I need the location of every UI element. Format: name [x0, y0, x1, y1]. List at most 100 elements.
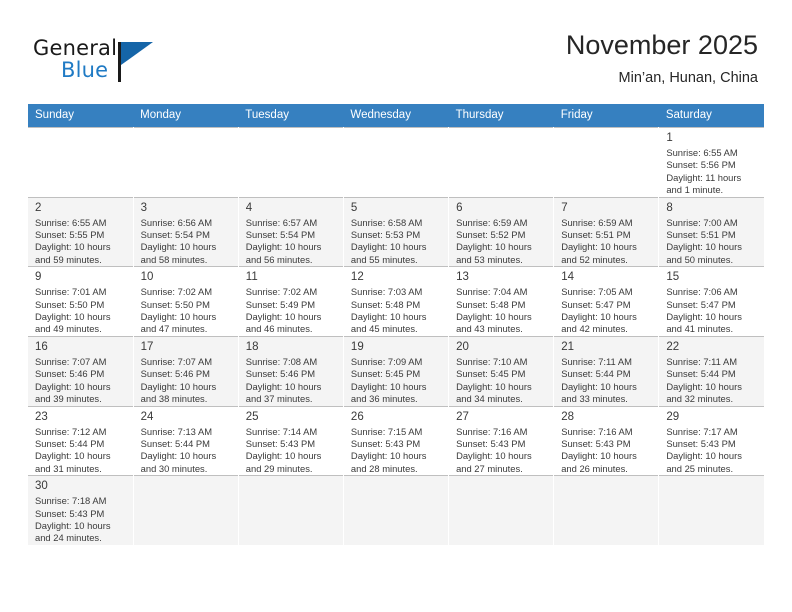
calendar-day-cell[interactable]: 14 Sunrise: 7:05 AM Sunset: 5:47 PM Dayligh…	[553, 266, 660, 337]
calendar-day-cell[interactable]: 16 Sunrise: 7:07 AM Sunset: 5:46 PM Dayligh…	[28, 335, 134, 406]
daylight-text: Daylight: 10 hours and 53 minutes.	[456, 241, 532, 265]
day-detail: Sunrise: 6:58 AM Sunset: 5:53 PM Daylight:…	[351, 217, 443, 267]
calendar-week-row: 2 Sunrise: 6:55 AM Sunset: 5:55 PM Daylight…	[28, 196, 764, 267]
daylight-text: Daylight: 10 hours and 31 minutes.	[35, 450, 111, 474]
sunrise-text: Sunrise: 7:04 AM	[456, 286, 528, 298]
calendar-day-cell[interactable]: 8 Sunrise: 7:00 AM Sunset: 5:51 PM Daylight…	[658, 196, 764, 267]
sunrise-text: Sunrise: 7:14 AM	[245, 425, 318, 437]
day-cell-content: 7 Sunrise: 6:59 AM Sunset: 5:51 PM Daylight…	[554, 198, 658, 267]
page-header: General Blue November 2025 Min’an, Hunan…	[0, 0, 792, 104]
calendar-day-cell[interactable]: 6 Sunrise: 6:59 AM Sunset: 5:52 PM Daylight…	[448, 196, 555, 267]
daylight-text: Daylight: 10 hours and 38 minutes.	[140, 380, 217, 405]
day-cell-content: 27 Sunrise: 7:16 AM Sunset: 5:43 PM Dayligh…	[449, 407, 553, 476]
calendar-day-cell[interactable]: 18 Sunrise: 7:08 AM Sunset: 5:46 PM Dayligh…	[238, 335, 344, 406]
daylight-text: Daylight: 10 hours and 26 minutes.	[561, 450, 637, 474]
day-detail: Sunrise: 7:11 AM Sunset: 5:44 PM Daylight:…	[666, 356, 759, 406]
sunset-text: Sunset: 5:52 PM	[456, 229, 526, 241]
day-cell-content: 8 Sunrise: 7:00 AM Sunset: 5:51 PM Daylight…	[659, 198, 764, 267]
day-detail: Sunrise: 7:02 AM Sunset: 5:49 PM Daylight:…	[246, 286, 338, 336]
daylight-text: Daylight: 10 hours and 42 minutes.	[561, 311, 637, 335]
calendar-day-cell[interactable]: 12 Sunrise: 7:03 AM Sunset: 5:48 PM Dayligh…	[343, 266, 450, 337]
calendar-day-cell[interactable]: 30 Sunrise: 7:18 AM Sunset: 5:43 PM Dayligh…	[28, 475, 134, 545]
day-cell-content: 6 Sunrise: 6:59 AM Sunset: 5:52 PM Daylight…	[449, 198, 553, 267]
calendar-day-cell[interactable]: 5 Sunrise: 6:58 AM Sunset: 5:53 PM Daylight…	[343, 196, 450, 267]
day-cell-content: 11 Sunrise: 7:02 AM Sunset: 5:49 PM Dayligh…	[239, 267, 343, 336]
day-number: 13	[456, 271, 469, 284]
calendar-day-cell[interactable]: 23 Sunrise: 7:12 AM Sunset: 5:44 PM Dayligh…	[28, 405, 134, 476]
calendar-day-cell[interactable]: 29 Sunrise: 7:17 AM Sunset: 5:43 PM Dayligh…	[658, 405, 764, 476]
calendar-day-cell[interactable]: 17 Sunrise: 7:07 AM Sunset: 5:46 PM Dayligh…	[133, 335, 239, 406]
day-number: 16	[35, 340, 48, 353]
calendar-week-row: 9 Sunrise: 7:01 AM Sunset: 5:50 PM Daylight…	[28, 266, 764, 337]
day-cell-content: 16 Sunrise: 7:07 AM Sunset: 5:46 PM Dayligh…	[28, 337, 133, 406]
sunset-text: Sunset: 5:49 PM	[245, 298, 316, 310]
calendar-day-cell[interactable]: 10 Sunrise: 7:02 AM Sunset: 5:50 PM Dayligh…	[133, 266, 239, 337]
sunset-text: Sunset: 5:53 PM	[350, 229, 421, 241]
day-number: 11	[245, 271, 258, 284]
calendar-day-cell[interactable]: 15 Sunrise: 7:06 AM Sunset: 5:47 PM Dayligh…	[658, 266, 764, 337]
day-number: 18	[245, 340, 259, 353]
sunrise-text: Sunrise: 7:07 AM	[35, 355, 107, 367]
calendar-day-cell[interactable]: 7 Sunrise: 6:59 AM Sunset: 5:51 PM Daylight…	[553, 196, 660, 267]
day-number: 6	[456, 201, 463, 214]
sunset-text: Sunset: 5:46 PM	[140, 368, 210, 380]
page-title: November 2025	[565, 30, 758, 60]
general-blue-logo[interactable]: General Blue	[33, 36, 213, 92]
calendar-day-cell[interactable]: 9 Sunrise: 7:01 AM Sunset: 5:50 PM Daylight…	[28, 266, 134, 337]
calendar-day-cell[interactable]: 24 Sunrise: 7:13 AM Sunset: 5:44 PM Dayligh…	[133, 405, 239, 476]
sunrise-text: Sunrise: 7:12 AM	[35, 425, 107, 437]
sunrise-text: Sunrise: 6:57 AM	[245, 216, 318, 228]
calendar-week-row: 16 Sunrise: 7:07 AM Sunset: 5:46 PM Dayligh…	[28, 335, 764, 406]
weekday-header-row: Sunday Monday Tuesday Wednesday Thursday…	[28, 104, 764, 128]
day-number: 29	[666, 410, 680, 423]
sunset-text: Sunset: 5:43 PM	[666, 437, 736, 449]
calendar-day-cell[interactable]: 4 Sunrise: 6:57 AM Sunset: 5:54 PM Daylight…	[238, 196, 344, 267]
sunrise-text: Sunrise: 7:13 AM	[140, 425, 213, 437]
calendar-page: General Blue November 2025 Min’an, Hunan…	[0, 0, 792, 612]
daylight-text: Daylight: 10 hours and 50 minutes.	[666, 241, 742, 265]
calendar-day-cell[interactable]: 22 Sunrise: 7:11 AM Sunset: 5:44 PM Dayligh…	[658, 335, 764, 406]
day-detail: Sunrise: 7:18 AM Sunset: 5:43 PM Daylight:…	[35, 495, 128, 545]
day-cell-content: 21 Sunrise: 7:11 AM Sunset: 5:44 PM Dayligh…	[554, 337, 658, 406]
calendar-day-cell[interactable]: 26 Sunrise: 7:15 AM Sunset: 5:43 PM Dayligh…	[343, 405, 450, 476]
day-number: 10	[140, 271, 154, 284]
day-detail: Sunrise: 6:57 AM Sunset: 5:54 PM Daylight:…	[246, 217, 338, 267]
sunrise-text: Sunrise: 6:58 AM	[350, 216, 423, 228]
day-cell-content: 10 Sunrise: 7:02 AM Sunset: 5:50 PM Dayligh…	[134, 267, 238, 336]
sunrise-text: Sunrise: 7:08 AM	[245, 355, 318, 367]
calendar-day-cell-empty	[238, 475, 344, 545]
calendar-day-cell-empty	[553, 127, 660, 198]
daylight-text: Daylight: 10 hours and 46 minutes.	[245, 311, 322, 335]
day-number: 1	[666, 132, 673, 144]
day-number: 27	[456, 410, 469, 423]
calendar-day-cell[interactable]: 1 Sunrise: 6:55 AM Sunset: 5:56 PM Daylight…	[658, 127, 764, 198]
calendar-day-cell[interactable]: 2 Sunrise: 6:55 AM Sunset: 5:55 PM Daylight…	[28, 196, 134, 267]
sunrise-text: Sunrise: 7:02 AM	[140, 286, 213, 298]
sunset-text: Sunset: 5:44 PM	[561, 368, 631, 380]
calendar-day-cell[interactable]: 28 Sunrise: 7:16 AM Sunset: 5:43 PM Dayligh…	[553, 405, 660, 476]
daylight-text: Daylight: 10 hours and 34 minutes.	[456, 380, 532, 405]
calendar-day-cell[interactable]: 3 Sunrise: 6:56 AM Sunset: 5:54 PM Daylight…	[133, 196, 239, 267]
day-detail: Sunrise: 7:02 AM Sunset: 5:50 PM Daylight:…	[141, 286, 233, 336]
day-detail: Sunrise: 7:09 AM Sunset: 5:45 PM Daylight:…	[351, 356, 443, 406]
daylight-text: Daylight: 11 hours and 1 minute.	[666, 171, 742, 196]
day-detail: Sunrise: 7:06 AM Sunset: 5:47 PM Daylight:…	[666, 286, 759, 336]
calendar-day-cell[interactable]: 11 Sunrise: 7:02 AM Sunset: 5:49 PM Dayligh…	[238, 266, 344, 337]
calendar-day-cell[interactable]: 21 Sunrise: 7:11 AM Sunset: 5:44 PM Dayligh…	[553, 335, 660, 406]
day-cell-content: 9 Sunrise: 7:01 AM Sunset: 5:50 PM Daylight…	[28, 267, 133, 336]
day-number: 23	[35, 410, 48, 423]
day-cell-content: 3 Sunrise: 6:56 AM Sunset: 5:54 PM Daylight…	[134, 198, 238, 267]
day-detail: Sunrise: 7:17 AM Sunset: 5:43 PM Daylight:…	[666, 426, 759, 476]
calendar-day-cell[interactable]: 19 Sunrise: 7:09 AM Sunset: 5:45 PM Dayligh…	[343, 335, 450, 406]
sunrise-text: Sunrise: 6:55 AM	[35, 216, 107, 228]
calendar-day-cell[interactable]: 13 Sunrise: 7:04 AM Sunset: 5:48 PM Dayligh…	[448, 266, 555, 337]
calendar-day-cell-empty	[553, 475, 660, 545]
day-detail: Sunrise: 7:16 AM Sunset: 5:43 PM Daylight:…	[561, 426, 653, 476]
sunrise-text: Sunrise: 7:16 AM	[456, 425, 528, 437]
daylight-text: Daylight: 10 hours and 49 minutes.	[35, 311, 111, 335]
logo-text-general: General	[33, 36, 118, 60]
sunrise-text: Sunrise: 7:11 AM	[561, 355, 632, 367]
calendar-day-cell[interactable]: 20 Sunrise: 7:10 AM Sunset: 5:45 PM Dayligh…	[448, 335, 555, 406]
calendar-day-cell[interactable]: 25 Sunrise: 7:14 AM Sunset: 5:43 PM Dayligh…	[238, 405, 344, 476]
calendar-day-cell[interactable]: 27 Sunrise: 7:16 AM Sunset: 5:43 PM Dayligh…	[448, 405, 555, 476]
